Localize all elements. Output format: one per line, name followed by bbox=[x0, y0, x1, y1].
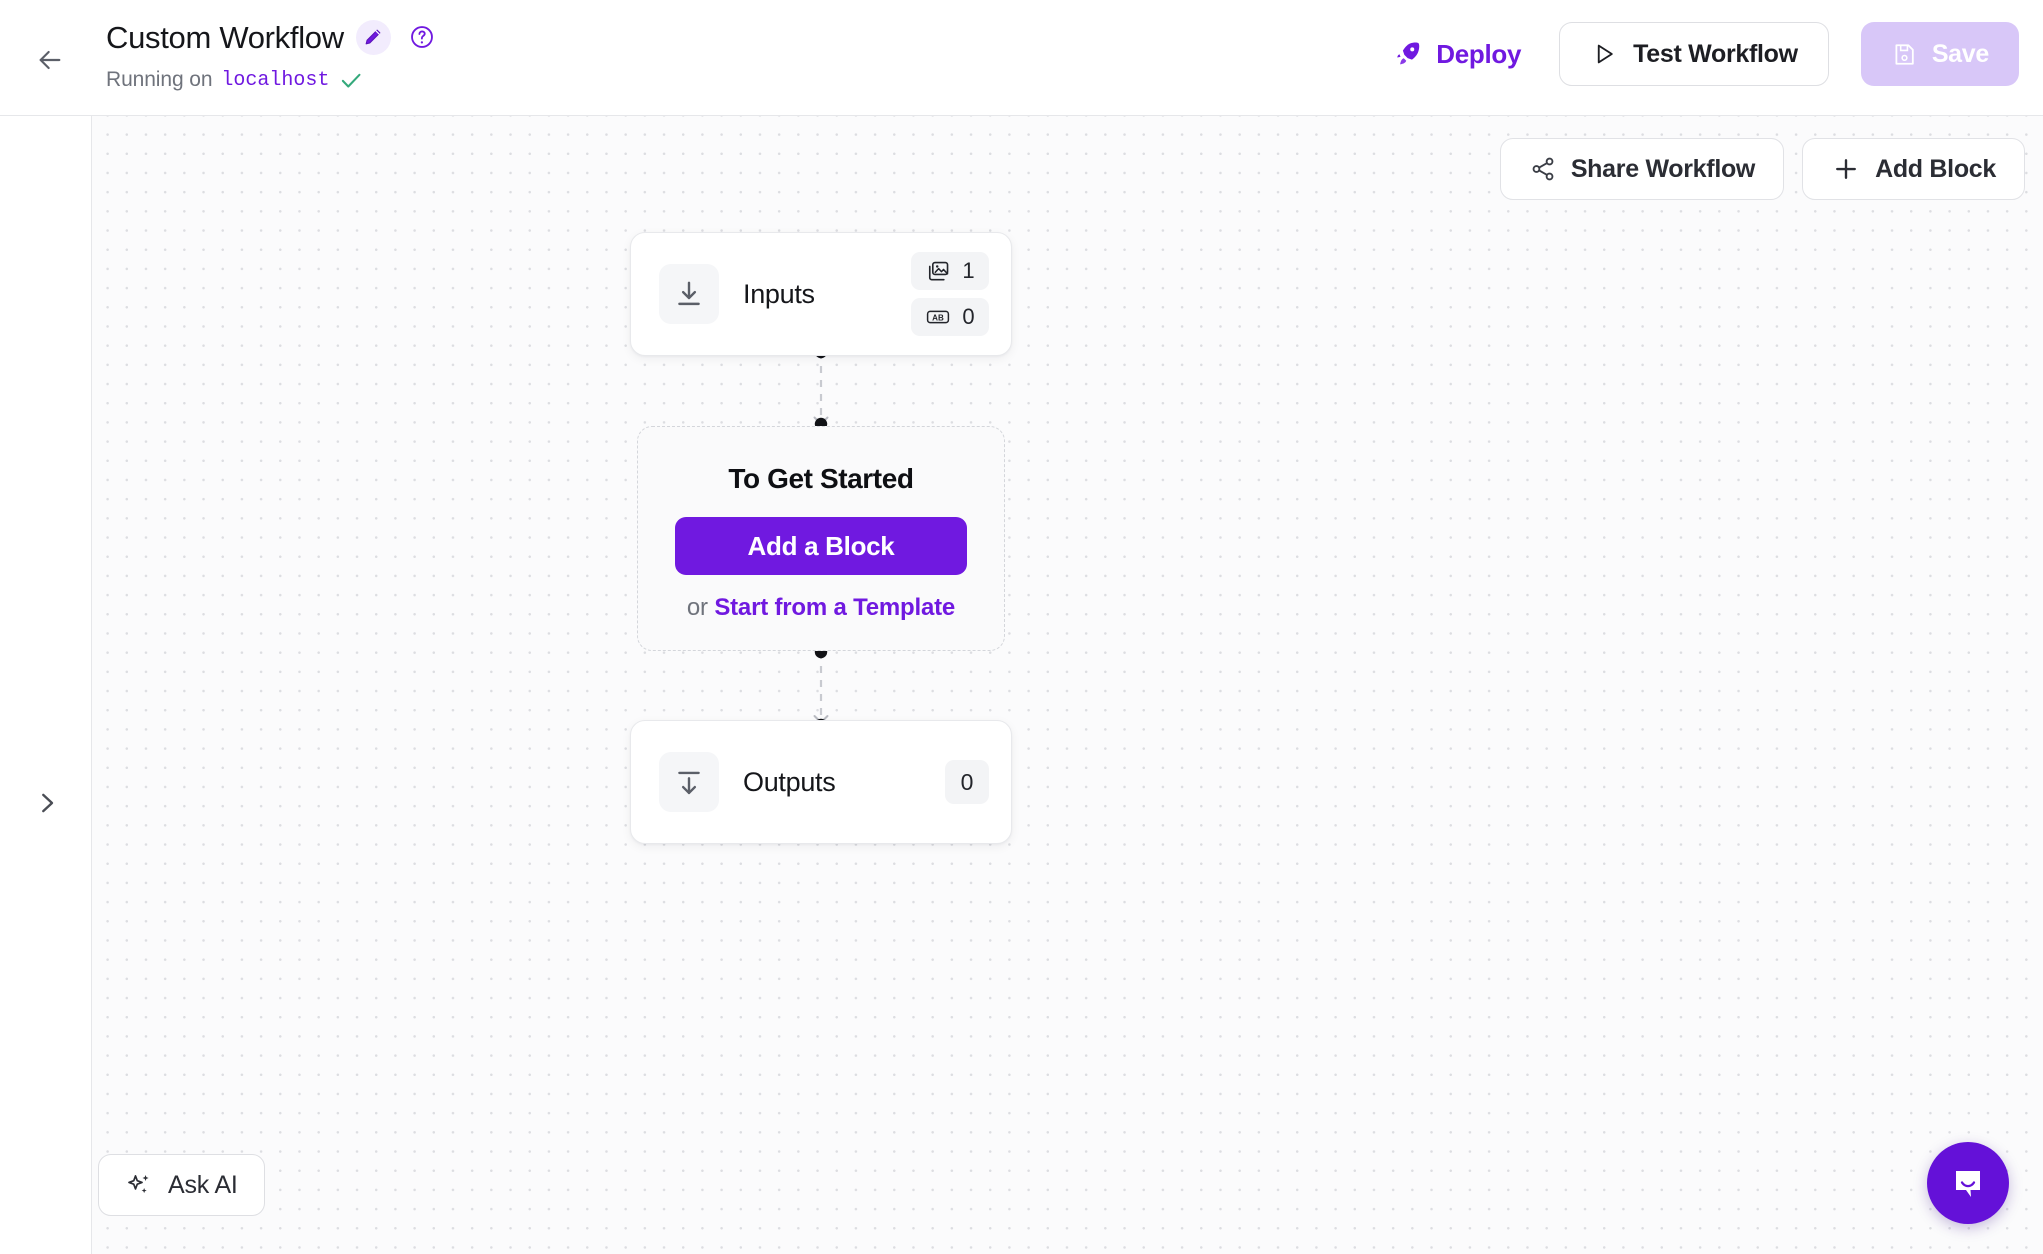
badge-text-count: 0 bbox=[962, 304, 975, 329]
app-header: Custom Workflow Running on localhost Dep… bbox=[0, 0, 2043, 116]
plus-icon bbox=[1836, 159, 1857, 179]
workflow-edges bbox=[813, 345, 829, 732]
deploy-label: Deploy bbox=[1436, 38, 1522, 69]
node-outputs-icon-wrap bbox=[659, 752, 719, 812]
left-rail bbox=[0, 116, 92, 1254]
header-actions: Deploy Test Workflow Save bbox=[1371, 22, 2019, 86]
save-button[interactable]: Save bbox=[1860, 22, 2019, 86]
deploy-button[interactable]: Deploy bbox=[1371, 29, 1543, 80]
runtime-status-prefix: Running on bbox=[106, 68, 213, 91]
page-title: Custom Workflow bbox=[106, 19, 344, 55]
canvas-actions: Share Workflow Add Block bbox=[1499, 138, 2025, 200]
runtime-status: Running on localhost bbox=[106, 67, 436, 93]
workflow-editor: Custom Workflow Running on localhost Dep… bbox=[0, 0, 2043, 1254]
rocket-icon bbox=[1397, 42, 1420, 65]
question-mark-circle-icon bbox=[411, 26, 434, 48]
badge-images-count: 1 bbox=[962, 258, 975, 283]
node-outputs-title: Outputs bbox=[743, 766, 836, 797]
play-icon bbox=[1597, 44, 1613, 64]
ab-text-icon: AB bbox=[926, 310, 950, 324]
add-block-button-toolbar[interactable]: Add Block bbox=[1802, 138, 2025, 200]
add-block-label: Add Block bbox=[1875, 154, 1996, 183]
runtime-status-check bbox=[338, 67, 364, 93]
share-workflow-button[interactable]: Share Workflow bbox=[1499, 138, 1785, 200]
node-inputs-title: Inputs bbox=[743, 278, 815, 309]
title-row: Custom Workflow bbox=[106, 14, 436, 60]
chat-bubble-smile-icon bbox=[1956, 1171, 1980, 1197]
node-inputs[interactable]: Inputs 1 AB 0 bbox=[630, 232, 1012, 356]
rename-workflow-button[interactable] bbox=[355, 19, 391, 55]
node-inputs-badges: 1 AB 0 bbox=[911, 252, 989, 336]
back-button[interactable] bbox=[28, 38, 72, 82]
floppy-disk-icon bbox=[1895, 43, 1914, 65]
share-nodes-icon bbox=[1532, 157, 1554, 181]
ask-ai-label: Ask AI bbox=[168, 1170, 238, 1199]
get-started-title: To Get Started bbox=[728, 463, 914, 494]
badge-outputs-count-wrap[interactable]: 0 bbox=[945, 760, 989, 804]
or-text: or bbox=[686, 594, 715, 621]
badge-text[interactable]: AB 0 bbox=[911, 298, 989, 336]
save-label: Save bbox=[1931, 39, 1989, 68]
images-icon bbox=[928, 261, 949, 281]
pencil-icon bbox=[365, 29, 381, 45]
chevron-right-icon bbox=[42, 793, 54, 813]
chat-launcher-button[interactable] bbox=[1927, 1142, 2009, 1224]
expand-sidebar-button[interactable] bbox=[28, 784, 66, 822]
arrow-left-icon bbox=[39, 50, 61, 70]
share-workflow-label: Share Workflow bbox=[1570, 154, 1756, 183]
get-started-card: To Get Started Add a Block or Start from… bbox=[637, 426, 1005, 651]
download-arrow-to-line-icon bbox=[678, 281, 700, 306]
node-outputs[interactable]: Outputs 0 bbox=[630, 720, 1012, 844]
runtime-status-host: localhost bbox=[221, 68, 330, 92]
upload-arrow-from-line-icon bbox=[678, 771, 700, 795]
test-workflow-label: Test Workflow bbox=[1633, 39, 1798, 68]
add-a-block-button[interactable]: Add a Block bbox=[675, 517, 967, 575]
node-inputs-icon-wrap bbox=[659, 264, 719, 324]
start-from-template-row: or Start from a Template bbox=[687, 594, 955, 622]
svg-text:AB: AB bbox=[932, 314, 944, 323]
help-button[interactable] bbox=[409, 24, 436, 51]
workflow-canvas[interactable]: Share Workflow Add Block Inputs 1 AB 0 T… bbox=[92, 116, 2043, 1254]
sparkles-icon bbox=[128, 1174, 149, 1194]
badge-outputs-count: 0 bbox=[960, 768, 974, 795]
test-workflow-button[interactable]: Test Workflow bbox=[1559, 22, 1829, 86]
check-icon bbox=[342, 73, 361, 88]
badge-images[interactable]: 1 bbox=[911, 252, 989, 290]
ask-ai-button[interactable]: Ask AI bbox=[98, 1154, 265, 1216]
start-from-template-link[interactable]: Start from a Template bbox=[714, 594, 955, 621]
title-block: Custom Workflow Running on localhost bbox=[106, 14, 436, 93]
